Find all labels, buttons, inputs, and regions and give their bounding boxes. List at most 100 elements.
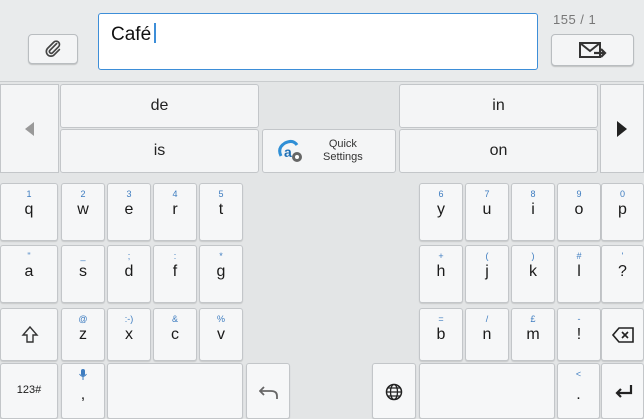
space-key-left[interactable] (107, 363, 243, 419)
period-key-label: . (576, 386, 581, 403)
suggestion-label: de (150, 97, 169, 114)
key-e[interactable]: 3e (107, 183, 151, 241)
key-u[interactable]: 7u (465, 183, 509, 241)
key-primary-label: q (24, 201, 34, 218)
key-l[interactable]: # l (557, 245, 601, 303)
key-s[interactable]: _ s (61, 245, 105, 303)
suggestion-in[interactable]: in (399, 84, 598, 128)
language-key[interactable] (372, 363, 416, 419)
key-w[interactable]: 2w (61, 183, 105, 241)
key-secondary-label: # (576, 251, 582, 261)
key-primary-label: v (217, 326, 225, 343)
key-i[interactable]: 8i (511, 183, 555, 241)
send-button[interactable] (551, 34, 634, 66)
suggestion-de[interactable]: de (60, 84, 259, 128)
quick-settings-button[interactable]: a Quick Settings (262, 129, 396, 173)
key-primary-label: l (577, 263, 581, 280)
suggestion-is[interactable]: is (60, 129, 259, 173)
key-primary-label: n (482, 326, 492, 343)
enter-key[interactable] (601, 363, 644, 419)
key-primary-label: t (218, 201, 224, 218)
message-input[interactable]: Café (98, 13, 538, 70)
key-?[interactable]: '? (601, 245, 644, 303)
text-cursor (154, 23, 156, 43)
key-primary-label: i (531, 201, 535, 218)
key-t[interactable]: 5t (199, 183, 243, 241)
key-primary-label: d (124, 263, 134, 280)
key-secondary-label: ) (531, 251, 535, 261)
key-b[interactable]: = b (419, 308, 463, 361)
key-primary-label: ! (576, 326, 582, 343)
key-p[interactable]: 0p (601, 183, 644, 241)
undo-key[interactable] (246, 363, 290, 419)
period-key-secondary: < (575, 369, 582, 379)
key-primary-label: o (574, 201, 584, 218)
key-primary-label: x (125, 326, 133, 343)
key-secondary-label: 0 (619, 189, 625, 199)
key-secondary-label: 5 (218, 189, 224, 199)
key-secondary-label: " (27, 251, 31, 261)
period-key[interactable]: < . (557, 363, 600, 419)
key-a[interactable]: " a (0, 245, 58, 303)
key-g[interactable]: * g (199, 245, 243, 303)
shift-key[interactable] (0, 308, 58, 361)
key-z[interactable]: @ z (61, 308, 105, 361)
key-primary-label: f (172, 263, 178, 280)
quick-settings-label: Quick Settings (323, 138, 363, 163)
key-r[interactable]: 4r (153, 183, 197, 241)
key-secondary-label: :-) (124, 314, 134, 324)
key-primary-label: y (437, 201, 445, 218)
key-primary-label: ? (618, 263, 627, 280)
key-primary-label: j (485, 263, 489, 280)
key-secondary-label: * (219, 251, 223, 261)
key-h[interactable]: + h (419, 245, 463, 303)
comma-key[interactable]: , (61, 363, 105, 419)
key-secondary-label: ; (127, 251, 131, 261)
suggestion-label: is (153, 142, 166, 159)
key-primary-label: e (124, 201, 134, 218)
key-f[interactable]: :f (153, 245, 197, 303)
suggestion-scroll-right[interactable] (600, 84, 644, 173)
key-secondary-label: 2 (80, 189, 86, 199)
backspace-icon (612, 327, 634, 343)
key-secondary-label: £ (530, 314, 536, 324)
key-c[interactable]: & c (153, 308, 197, 361)
key-o[interactable]: 9o (557, 183, 601, 241)
comma-key-label: , (80, 386, 86, 403)
key-q[interactable]: 1q (0, 183, 58, 241)
key-v[interactable]: % v (199, 308, 243, 361)
key-primary-label: g (216, 263, 226, 280)
suggestion-scroll-left[interactable] (0, 84, 59, 173)
key-m[interactable]: £ m (511, 308, 555, 361)
key-primary-label: c (171, 326, 179, 343)
globe-icon (385, 383, 403, 401)
key-k[interactable]: ) k (511, 245, 555, 303)
triangle-right-icon (617, 120, 627, 137)
key-primary-label: u (482, 201, 492, 218)
key-secondary-label: & (171, 314, 178, 324)
key-![interactable]: -! (557, 308, 601, 361)
key-secondary-label: 7 (484, 189, 490, 199)
attach-button[interactable] (28, 34, 78, 64)
suggestion-label: on (489, 142, 508, 159)
key-n[interactable]: / n (465, 308, 509, 361)
character-counter: 155 / 1 (553, 12, 597, 27)
key-j[interactable]: (j (465, 245, 509, 303)
key-primary-label: w (77, 201, 89, 218)
key-y[interactable]: 6y (419, 183, 463, 241)
backspace-key[interactable] (601, 308, 644, 361)
key-d[interactable]: ; d (107, 245, 151, 303)
message-input-text: Café (111, 23, 156, 46)
key-secondary-label: = (438, 314, 444, 324)
triangle-left-icon (25, 121, 34, 136)
key-primary-label: s (79, 263, 87, 280)
key-secondary-label: 4 (172, 189, 178, 199)
key-x[interactable]: :-) x (107, 308, 151, 361)
key-secondary-label: 9 (576, 189, 582, 199)
numbers-key[interactable]: 123# (0, 363, 58, 419)
suggestion-on[interactable]: on (399, 129, 598, 173)
space-key-right[interactable] (419, 363, 555, 419)
svg-text:a: a (284, 144, 292, 160)
key-secondary-label: 6 (438, 189, 444, 199)
key-secondary-label: 8 (530, 189, 536, 199)
